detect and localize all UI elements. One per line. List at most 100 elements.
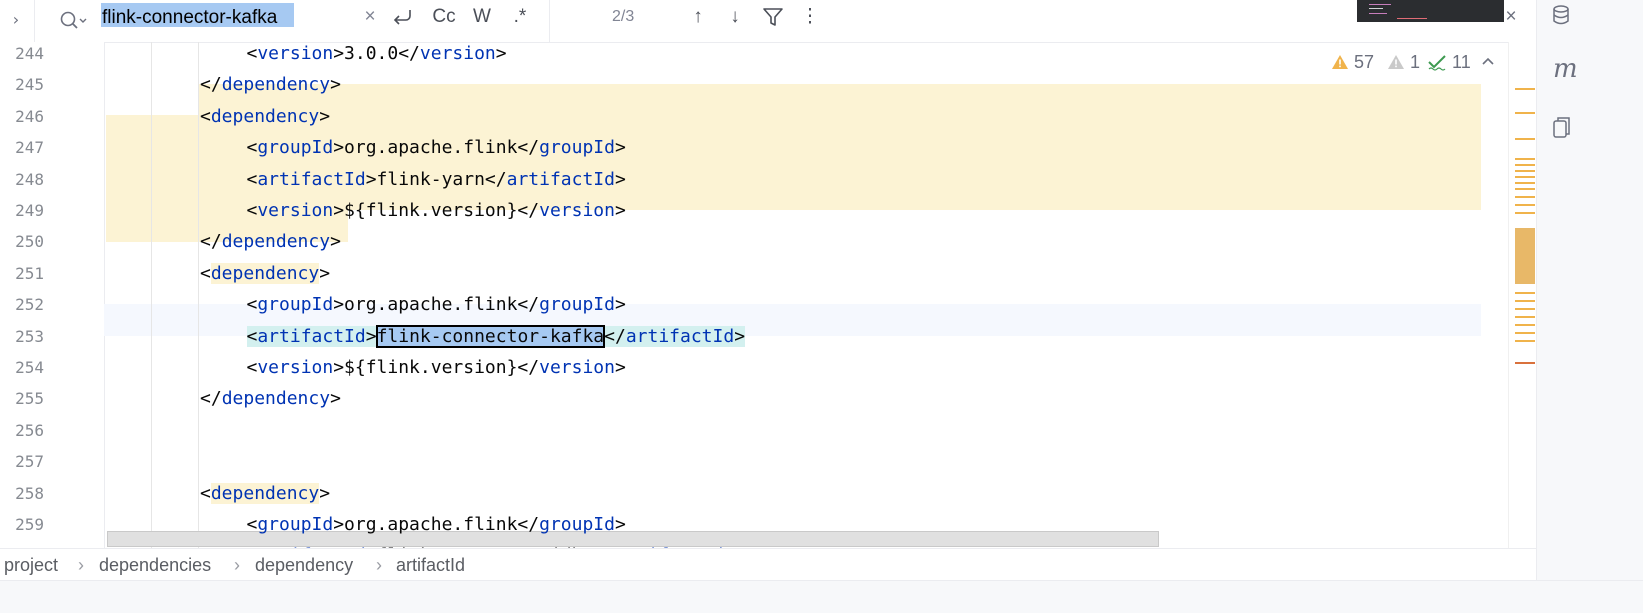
code-line[interactable]: <artifactId>flink-yarn</artifactId> [107, 164, 626, 195]
copy-icon[interactable] [1551, 116, 1571, 140]
code-line[interactable]: <artifactId>flink-connector-kafka</artif… [107, 321, 746, 352]
xml-tag-name: groupId [257, 514, 334, 535]
stripe-mark [1515, 340, 1535, 342]
stripe-mark [1515, 176, 1535, 178]
breadcrumb: project › dependencies › dependency › ar… [0, 548, 1536, 581]
code-line[interactable]: <version>${flink.version}</version> [107, 352, 626, 383]
error-stripe[interactable] [1508, 42, 1537, 548]
line-number: 254 [15, 358, 44, 377]
xml-tag-name: dependency [210, 105, 320, 127]
stripe-mark-block [1515, 228, 1535, 284]
close-find-icon[interactable]: × [1500, 4, 1522, 30]
code-line[interactable]: <groupId>org.apache.flink</groupId> [107, 509, 626, 540]
xml-text: < [246, 294, 258, 316]
stripe-mark [1515, 182, 1535, 184]
expand-replace-icon[interactable]: › [6, 8, 26, 32]
xml-tag-name: groupId [257, 294, 334, 316]
search-input[interactable] [98, 4, 366, 32]
xml-text: >${flink.version}</ [333, 357, 540, 378]
xml-text: < [200, 262, 211, 284]
stripe-mark [1515, 204, 1535, 206]
code-line[interactable]: <artifactId>flink-connector-jdbc</artifa… [107, 540, 735, 548]
line-number: 258 [15, 483, 44, 503]
code-line[interactable]: <groupId>org.apache.flink</groupId> [107, 289, 626, 320]
line-number: 250 [15, 232, 44, 252]
right-tool-window-bar: m [1536, 0, 1643, 580]
maven-icon[interactable]: m [1553, 54, 1578, 84]
code-line[interactable]: </dependency> [107, 383, 341, 414]
xml-text: < [200, 105, 211, 127]
weak-warnings-count: 1 [1410, 52, 1421, 72]
xml-text: > [614, 294, 626, 316]
code-line[interactable]: <version>3.0.0</version> [107, 42, 507, 69]
typos-indicator[interactable]: 11 [1427, 50, 1477, 74]
xml-text: > [319, 262, 331, 284]
stripe-mark [1515, 324, 1535, 326]
xml-tag-name: version [257, 200, 334, 221]
xml-tag-name: artifactId [506, 168, 615, 190]
breadcrumb-dependencies[interactable]: dependencies [99, 549, 211, 581]
code-line[interactable]: </dependency> [107, 226, 341, 257]
breadcrumb-artifactid[interactable]: artifactId [396, 549, 465, 581]
xml-tag-name: dependency [221, 388, 331, 410]
stripe-mark [1515, 292, 1535, 294]
stripe-mark [1515, 170, 1535, 172]
xml-text: > [330, 388, 341, 410]
search-history-icon[interactable] [58, 7, 88, 33]
line-number: 255 [15, 389, 44, 409]
code-line[interactable]: <dependency> [107, 478, 330, 509]
code-line[interactable] [107, 446, 154, 477]
regex-button[interactable]: .* [506, 4, 534, 30]
line-number: 259 [15, 515, 44, 534]
divider [34, 0, 35, 42]
line-number-gutter: 244 245 246 247 248 249 250 251 252 253 254 255 256 2… [0, 42, 105, 565]
more-options-icon[interactable]: ⋮ [798, 4, 822, 30]
warnings-indicator[interactable]: 57 [1331, 50, 1381, 74]
xml-tag-name: groupId [539, 294, 615, 316]
xml-text: >flink-yarn</ [365, 168, 507, 190]
clear-search-icon[interactable]: × [360, 4, 380, 30]
xml-text: >${flink.version}</ [333, 200, 540, 221]
xml-tag-name: dependency [221, 74, 331, 96]
stripe-mark [1515, 138, 1535, 140]
xml-tag-name: artifactId [257, 168, 366, 190]
xml-text: < [246, 137, 258, 159]
xml-text: >org.apache.flink</ [333, 514, 540, 535]
find-bar: › × Cc W .* 2/3 ↑ ↓ ⋮ × [0, 0, 1600, 43]
code-line[interactable]: <dependency> [107, 258, 330, 289]
line-number: 251 [15, 263, 44, 283]
line-number: 248 [15, 169, 44, 189]
xml-text: > [614, 200, 626, 221]
whole-words-button[interactable]: W [468, 4, 496, 30]
xml-text: > [330, 74, 341, 96]
line-number: 252 [15, 295, 44, 315]
code-line[interactable]: </dependency> [107, 69, 341, 100]
previous-occurrence-icon[interactable]: ↑ [686, 4, 710, 30]
code-line[interactable]: <dependency> [107, 101, 330, 132]
match-case-button[interactable]: Cc [428, 4, 460, 30]
status-bar [0, 580, 1643, 613]
xml-text: > [319, 105, 331, 127]
stripe-mark [1515, 188, 1535, 190]
warnings-count: 57 [1354, 52, 1375, 72]
code-editor[interactable]: <version>3.0.0</version> </dependency> <de… [104, 42, 1481, 548]
breadcrumb-separator: › [234, 555, 240, 575]
xml-tag-name: artifactId [625, 325, 735, 347]
database-icon[interactable] [1551, 4, 1571, 26]
line-number: 244 [15, 44, 44, 63]
stripe-mark [1515, 308, 1535, 310]
new-line-icon[interactable] [390, 4, 416, 30]
code-line[interactable] [107, 415, 154, 446]
previous-highlight-icon[interactable] [1480, 50, 1496, 74]
code-line[interactable]: <groupId>org.apache.flink</groupId> [107, 132, 626, 163]
breadcrumb-dependency[interactable]: dependency [255, 549, 353, 581]
filter-icon[interactable] [760, 4, 786, 30]
xml-text: < [246, 200, 258, 221]
weak-warnings-indicator[interactable]: 1 [1387, 50, 1423, 74]
next-occurrence-icon[interactable]: ↓ [723, 4, 747, 30]
xml-text: < [200, 482, 211, 504]
xml-text: >org.apache.flink</ [333, 294, 540, 316]
breadcrumb-project[interactable]: project [4, 549, 58, 581]
line-number: 246 [15, 106, 44, 126]
code-line[interactable]: <version>${flink.version}</version> [107, 195, 626, 226]
